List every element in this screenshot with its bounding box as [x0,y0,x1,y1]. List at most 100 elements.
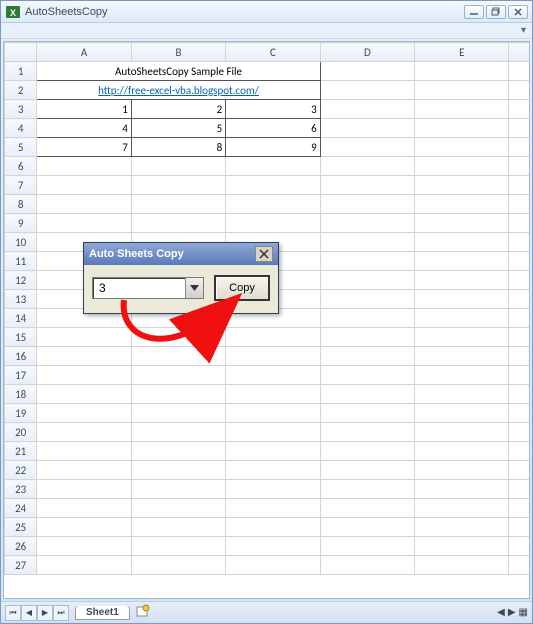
cell[interactable] [509,328,530,347]
cell[interactable] [226,385,320,404]
cell[interactable] [320,556,414,575]
cell[interactable] [226,442,320,461]
cell[interactable] [415,252,509,271]
cell[interactable] [320,81,414,100]
cell[interactable] [226,556,320,575]
cell[interactable] [131,518,225,537]
cell[interactable] [509,233,530,252]
cell[interactable] [226,347,320,366]
cell[interactable] [226,214,320,233]
cell[interactable] [415,233,509,252]
cell[interactable] [131,347,225,366]
help-icon[interactable]: ▾ [521,25,526,36]
col-header[interactable]: B [131,43,225,62]
cell[interactable] [37,328,131,347]
cell-link[interactable]: http://free-excel-vba.blogspot.com/ [37,81,320,100]
cell[interactable] [509,195,530,214]
cell[interactable] [509,271,530,290]
minimize-button[interactable] [464,5,484,19]
row-header[interactable]: 27 [5,556,37,575]
cell[interactable] [131,157,225,176]
row-header[interactable]: 25 [5,518,37,537]
cell[interactable] [320,290,414,309]
cell[interactable] [320,233,414,252]
cell[interactable] [415,195,509,214]
chevron-down-icon[interactable] [185,278,203,298]
cell[interactable] [509,119,530,138]
cell[interactable] [131,366,225,385]
cell[interactable] [415,556,509,575]
cell[interactable] [37,480,131,499]
cell[interactable] [509,290,530,309]
row-header[interactable]: 16 [5,347,37,366]
copy-button[interactable]: Copy [214,275,270,301]
cell[interactable] [131,404,225,423]
row-header[interactable]: 5 [5,138,37,157]
cell[interactable] [131,499,225,518]
cell[interactable] [37,176,131,195]
cell[interactable] [509,385,530,404]
cell[interactable] [509,537,530,556]
cell[interactable] [415,385,509,404]
cell[interactable] [509,309,530,328]
cell[interactable] [226,499,320,518]
cell[interactable]: 2 [131,100,225,119]
cell[interactable]: 8 [131,138,225,157]
row-header[interactable]: 4 [5,119,37,138]
cell[interactable] [415,81,509,100]
cell[interactable] [320,252,414,271]
cell[interactable] [37,195,131,214]
row-header[interactable]: 11 [5,252,37,271]
cell[interactable] [415,537,509,556]
cell[interactable] [131,195,225,214]
cell[interactable] [37,366,131,385]
spreadsheet-area[interactable]: A B C D E F 1 AutoSheetsCopy Sample File… [3,41,530,599]
cell[interactable] [226,537,320,556]
dialog-titlebar[interactable]: Auto Sheets Copy [84,243,278,265]
cell[interactable] [320,176,414,195]
row-header[interactable]: 8 [5,195,37,214]
close-button[interactable] [508,5,528,19]
row-header[interactable]: 3 [5,100,37,119]
row-header[interactable]: 18 [5,385,37,404]
row-header[interactable]: 23 [5,480,37,499]
cell[interactable] [415,442,509,461]
cell[interactable] [509,252,530,271]
cell[interactable] [37,499,131,518]
cell[interactable] [509,556,530,575]
cell[interactable] [509,214,530,233]
row-header[interactable]: 12 [5,271,37,290]
cell[interactable] [37,537,131,556]
hscroll-left-icon[interactable]: ◀ [497,607,505,618]
cell[interactable] [320,423,414,442]
cell[interactable] [37,214,131,233]
cell[interactable] [509,461,530,480]
row-header[interactable]: 24 [5,499,37,518]
cell[interactable]: 3 [226,100,320,119]
cell[interactable] [131,214,225,233]
cell[interactable] [320,347,414,366]
cell[interactable] [509,138,530,157]
cell[interactable] [131,328,225,347]
cell-title[interactable]: AutoSheetsCopy Sample File [37,62,320,81]
cell[interactable] [131,385,225,404]
cell[interactable] [226,404,320,423]
last-sheet-button[interactable]: ⏭ [53,605,69,621]
row-header[interactable]: 13 [5,290,37,309]
next-sheet-button[interactable]: ▶ [37,605,53,621]
select-all-corner[interactable] [5,43,37,62]
row-header[interactable]: 17 [5,366,37,385]
cell[interactable] [320,62,414,81]
cell[interactable] [415,518,509,537]
first-sheet-button[interactable]: ⏮ [5,605,21,621]
cell[interactable] [415,480,509,499]
cell[interactable] [509,176,530,195]
cell[interactable] [37,442,131,461]
row-header[interactable]: 21 [5,442,37,461]
cell[interactable] [320,499,414,518]
cell[interactable] [415,62,509,81]
row-header[interactable]: 7 [5,176,37,195]
cell[interactable] [320,404,414,423]
sheet-tab[interactable]: Sheet1 [75,606,130,620]
cell[interactable] [415,404,509,423]
